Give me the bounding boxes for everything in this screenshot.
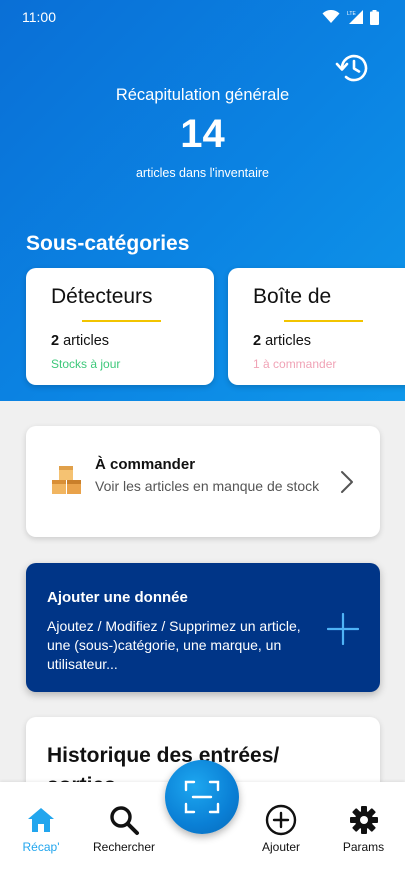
inventory-count: 14 [180,112,225,156]
home-icon [28,808,54,832]
to-order-title: À commander [95,456,196,473]
to-order-description: Voir les articles en manque de stock [95,478,320,494]
subcategory-card-detecteurs[interactable]: Détecteurs 2 articles Stocks à jour [26,268,214,385]
subcategories-heading: Sous-catégories [26,232,190,255]
subcategory-count: 2 articles [253,333,312,349]
nav-label: Rechercher [92,840,156,854]
add-data-title: Ajouter une donnée [47,589,188,606]
scan-icon [184,780,220,814]
svg-text:LTE: LTE [347,11,356,17]
subcategory-name: Boîte de [253,285,332,308]
signal-lte-icon: LTE [347,10,363,24]
history-icon[interactable] [335,50,371,86]
chevron-right-icon [341,471,353,493]
status-icons: LTE [322,9,379,25]
to-order-card[interactable]: À commander Voir les articles en manque … [26,426,380,537]
nav-label: Params [342,840,385,854]
search-icon [110,806,139,835]
boxes-icon [52,466,81,494]
nav-item-params[interactable]: Params [322,782,405,878]
battery-icon [370,9,379,25]
add-circle-icon [265,804,297,836]
wifi-icon [322,10,340,23]
status-bar: 11:00 LTE [0,0,405,34]
subcategory-name: Détecteurs [51,285,153,308]
nav-item-search[interactable]: Rechercher [82,782,166,878]
nav-item-add[interactable]: Ajouter [240,782,322,878]
gear-icon [349,806,378,834]
subcategory-underline [284,320,363,322]
subcategory-card-boite[interactable]: Boîte de 2 articles 1 à commander [228,268,405,385]
subcategory-count: 2 articles [51,333,110,349]
nav-label: Récap' [22,840,60,854]
add-data-card[interactable]: Ajouter une donnée Ajoutez / Modifiez / … [26,563,380,692]
add-data-description: Ajoutez / Modifiez / Supprimez un articl… [47,618,301,672]
subcategory-underline [82,320,161,322]
scan-button[interactable] [165,760,239,834]
status-time: 11:00 [22,9,56,25]
subcategory-stock-status: Stocks à jour [51,357,121,371]
nav-item-recap[interactable]: Récap' [0,782,82,878]
summary-subtitle: articles dans l'inventaire [135,166,269,180]
subcategory-stock-status: 1 à commander [253,357,337,371]
plus-icon [327,613,359,645]
summary-header: 11:00 LTE Récapitulation générale 14 art… [0,0,405,401]
nav-label: Ajouter [261,840,301,854]
summary-title: Récapitulation générale [115,86,290,104]
